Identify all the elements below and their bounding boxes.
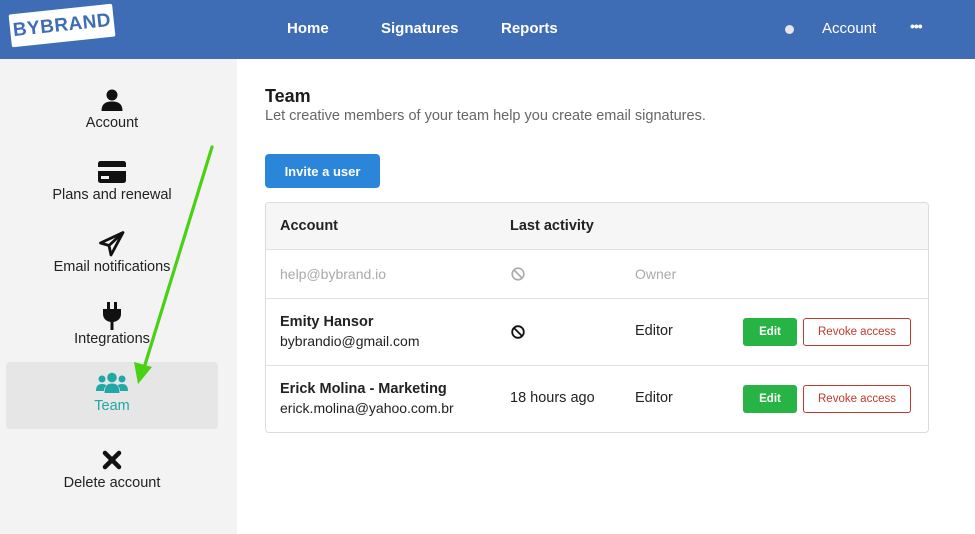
table-row: Emity Hansor bybrandio@gmail.com Editor … <box>266 299 928 366</box>
users-icon <box>6 370 218 396</box>
member-name: Erick Molina - Marketing <box>280 381 447 397</box>
more-options-icon[interactable]: ••• <box>910 18 923 34</box>
member-role: Editor <box>635 323 673 339</box>
table-row: help@bybrand.io Owner <box>266 250 928 299</box>
sidebar-item-label: Team <box>94 398 130 414</box>
member-email: bybrandio@gmail.com <box>280 333 420 349</box>
sidebar-item-integrations[interactable]: Integrations <box>6 295 218 362</box>
column-header-last-activity: Last activity <box>510 218 594 234</box>
edit-member-button[interactable]: Edit <box>743 318 797 346</box>
team-page: Team Let creative members of your team h… <box>237 59 975 534</box>
member-email: help@bybrand.io <box>280 266 387 282</box>
revoke-access-button[interactable]: Revoke access <box>803 318 911 346</box>
member-last-activity: 18 hours ago <box>510 390 595 406</box>
bybrand-logo[interactable]: BYBRAND <box>8 3 116 48</box>
table-header: Account Last activity <box>266 203 928 250</box>
status-dot-icon <box>785 25 794 34</box>
page-subtitle: Let creative members of your team help y… <box>265 108 706 124</box>
table-row: Erick Molina - Marketing erick.molina@ya… <box>266 366 928 432</box>
member-role: Owner <box>635 266 677 282</box>
revoke-access-button[interactable]: Revoke access <box>803 385 911 413</box>
team-members-table: Account Last activity help@bybrand.io Ow… <box>265 202 929 433</box>
nav-home-link[interactable]: Home <box>287 20 329 37</box>
invite-user-button[interactable]: Invite a user <box>265 154 380 188</box>
plug-icon <box>6 302 218 330</box>
sidebar-item-team[interactable]: Team <box>6 362 218 429</box>
credit-card-icon <box>6 159 218 185</box>
sidebar-item-label: Email notifications <box>53 259 171 275</box>
sidebar-item-label: Plans and renewal <box>52 187 172 203</box>
paper-plane-icon <box>6 231 218 257</box>
settings-sidebar: Account Plans and renewal Email notifica… <box>0 59 237 534</box>
sidebar-item-plans[interactable]: Plans and renewal <box>6 151 218 218</box>
column-header-account: Account <box>280 218 338 234</box>
edit-member-button[interactable]: Edit <box>743 385 797 413</box>
nav-account-link[interactable]: Account <box>822 20 876 37</box>
sidebar-item-label: Account <box>85 115 139 131</box>
nav-signatures-link[interactable]: Signatures <box>381 20 459 37</box>
user-icon <box>6 87 218 113</box>
sidebar-item-account[interactable]: Account <box>6 79 218 146</box>
page-title: Team <box>265 86 311 106</box>
ban-icon <box>511 267 525 281</box>
logo-text: BYBRAND <box>11 9 113 41</box>
sidebar-item-email-notifications[interactable]: Email notifications <box>6 223 218 290</box>
top-navigation-bar: BYBRAND Home Signatures Reports Account … <box>0 0 975 59</box>
member-role: Editor <box>635 390 673 406</box>
nav-reports-link[interactable]: Reports <box>501 20 558 37</box>
close-x-icon <box>6 447 218 473</box>
member-name: Emity Hansor <box>280 314 374 330</box>
ban-icon <box>511 325 525 339</box>
member-email: erick.molina@yahoo.com.br <box>280 400 454 416</box>
sidebar-item-label: Delete account <box>63 475 161 491</box>
sidebar-item-delete-account[interactable]: Delete account <box>6 439 218 506</box>
sidebar-item-label: Integrations <box>74 331 150 347</box>
